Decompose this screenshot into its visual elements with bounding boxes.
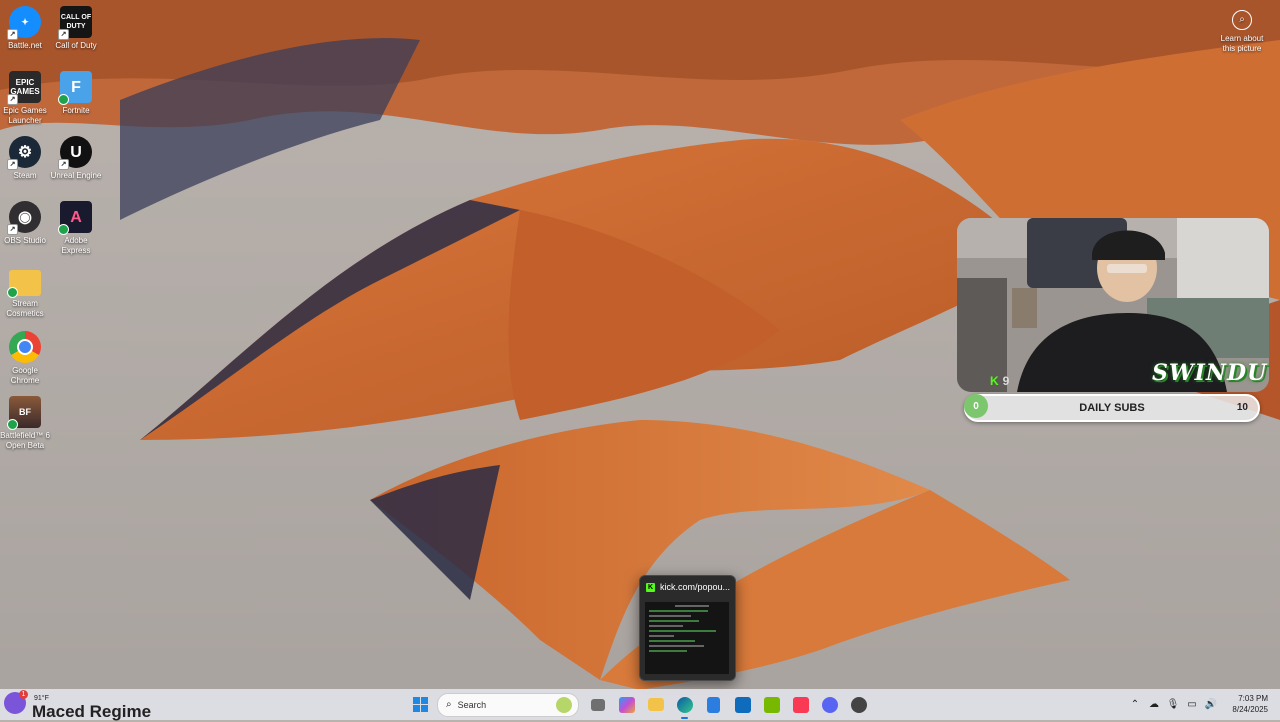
desktop-icon-label: Adobe Express bbox=[61, 236, 91, 255]
nvidia-icon bbox=[763, 696, 780, 713]
learn-about-picture[interactable]: ⌕ Learn about this picture bbox=[1214, 10, 1270, 54]
steam-icon: ⚙ ↗ bbox=[7, 136, 41, 170]
subs-goal-title: DAILY SUBS bbox=[1079, 402, 1145, 414]
obs-icon bbox=[850, 696, 867, 713]
daily-subs-goal-bar: 0 DAILY SUBS 10 bbox=[964, 394, 1260, 422]
discord-button[interactable] bbox=[817, 692, 842, 717]
copilot-button[interactable] bbox=[614, 692, 639, 717]
search-highlight-icon bbox=[556, 696, 572, 713]
microphone-icon[interactable]: 🎙 bbox=[1166, 699, 1180, 710]
taskbar: 1 91°F Maced Regime ⌕ Search ⌃ ☁ 🎙 ▭ 🔊 7… bbox=[0, 689, 1280, 721]
folder-icon bbox=[7, 270, 41, 298]
unreal-engine-icon: U ↗ bbox=[58, 136, 92, 170]
desktop-icon-label: Stream Cosmetics bbox=[6, 299, 44, 318]
outlook-icon bbox=[734, 696, 751, 713]
music-icon bbox=[792, 696, 809, 713]
system-tray: ⌃ ☁ 🎙 ▭ 🔊 bbox=[1128, 689, 1223, 720]
task-view-button[interactable] bbox=[585, 692, 610, 717]
desktop-icon-stream-cosmetics[interactable]: Stream Cosmetics bbox=[0, 266, 51, 319]
subs-goal-target: 10 bbox=[1236, 402, 1248, 413]
streamer-brand-logo: SWINDU bbox=[1152, 360, 1268, 386]
desktop-icon-steam[interactable]: ⚙ ↗ Steam bbox=[0, 136, 51, 181]
notification-badge: 1 bbox=[19, 690, 28, 699]
kick-icon: K bbox=[646, 582, 655, 592]
desktop-icon-battlefield[interactable]: BF Battlefield™ 6 Open Beta bbox=[0, 396, 51, 451]
desktop-icon-label: Steam bbox=[13, 171, 37, 180]
desktop-icon-label: Unreal Engine bbox=[50, 171, 102, 180]
desktop-icon-unreal-engine[interactable]: U ↗ Unreal Engine bbox=[50, 136, 102, 181]
windows-logo-icon bbox=[413, 697, 428, 712]
copilot-icon bbox=[618, 696, 635, 713]
obs-studio-icon: ◉ ↗ bbox=[7, 201, 41, 235]
preview-thumbnail bbox=[645, 602, 729, 674]
task-view-icon bbox=[590, 698, 605, 711]
battlenet-icon: ✦ ↗ bbox=[7, 6, 41, 40]
edge-icon bbox=[676, 696, 693, 713]
file-explorer-button[interactable] bbox=[643, 692, 668, 717]
learn-about-picture-label: Learn about this picture bbox=[1220, 34, 1264, 53]
overlay-name-label: Maced Regime bbox=[32, 702, 152, 721]
desktop-icon-label: OBS Studio bbox=[4, 236, 46, 245]
desktop-icon-chrome[interactable]: Google Chrome bbox=[0, 331, 51, 386]
widgets-weather[interactable]: 1 91°F Maced Regime bbox=[4, 690, 151, 721]
kick-follower-badge: K9 bbox=[990, 374, 1009, 388]
weather-temperature: 91°F bbox=[34, 695, 49, 702]
chevron-up-icon[interactable]: ⌃ bbox=[1128, 699, 1142, 710]
desktop-icon-label: Battle.net bbox=[8, 41, 42, 50]
onedrive-icon[interactable]: ☁ bbox=[1147, 699, 1161, 710]
kick-follower-count: 9 bbox=[1002, 374, 1010, 388]
taskbar-window-preview[interactable]: K kick.com/popou... bbox=[639, 575, 736, 681]
clock-time: 7:03 PM bbox=[1238, 694, 1268, 703]
taskbar-apps: ⌕ Search bbox=[408, 692, 875, 719]
store-icon bbox=[707, 696, 720, 713]
desktop-icon-epic-games[interactable]: EPIC GAMES ↗ Epic Games Launcher bbox=[0, 71, 51, 126]
kick-icon: K bbox=[990, 374, 999, 388]
volume-icon[interactable]: 🔊 bbox=[1204, 699, 1218, 710]
search-icon: ⌕ bbox=[446, 699, 452, 710]
epic-games-icon: EPIC GAMES ↗ bbox=[7, 71, 41, 105]
desktop-icon-label: Google Chrome bbox=[10, 366, 40, 385]
desktop-icon-label: Call of Duty bbox=[55, 41, 97, 50]
discord-overlay-icon: 1 bbox=[4, 690, 28, 714]
chrome-icon bbox=[9, 331, 41, 363]
music-button[interactable] bbox=[788, 692, 813, 717]
display-icon[interactable]: ▭ bbox=[1185, 699, 1199, 710]
desktop-icon-adobe-express[interactable]: A Adobe Express bbox=[50, 201, 102, 256]
camera-icon: ⌕ bbox=[1232, 10, 1252, 30]
adobe-express-icon: A bbox=[58, 201, 92, 235]
taskbar-search[interactable]: ⌕ Search bbox=[437, 692, 579, 717]
clock-date: 8/24/2025 bbox=[1232, 705, 1268, 714]
desktop-icon-fortnite[interactable]: F Fortnite bbox=[50, 71, 102, 116]
start-button[interactable] bbox=[408, 692, 433, 717]
desktop-icon-label: Fortnite bbox=[62, 106, 90, 115]
store-button[interactable] bbox=[701, 692, 726, 717]
nvidia-button[interactable] bbox=[759, 692, 784, 717]
search-placeholder: Search bbox=[457, 699, 487, 710]
desktop-icon-battlenet[interactable]: ✦ ↗ Battle.net bbox=[0, 6, 51, 51]
edge-button[interactable] bbox=[672, 692, 697, 719]
battlefield-icon: BF bbox=[7, 396, 41, 430]
fortnite-icon: F bbox=[58, 71, 92, 105]
desktop-icon-label: Epic Games Launcher bbox=[3, 106, 47, 125]
outlook-button[interactable] bbox=[730, 692, 755, 717]
discord-icon bbox=[821, 696, 838, 713]
desktop-icon-obs-studio[interactable]: ◉ ↗ OBS Studio bbox=[0, 201, 51, 246]
desktop-icon-label: Battlefield™ 6 Open Beta bbox=[0, 431, 50, 450]
preview-window-title: kick.com/popou... bbox=[660, 582, 731, 592]
desktop-icon-call-of-duty[interactable]: CALL OF DUTY ↗ Call of Duty bbox=[50, 6, 102, 51]
call-of-duty-icon: CALL OF DUTY ↗ bbox=[58, 6, 92, 40]
folder-icon bbox=[647, 698, 664, 711]
obs-button[interactable] bbox=[846, 692, 871, 717]
taskbar-clock[interactable]: 7:03 PM 8/24/2025 bbox=[1226, 693, 1268, 715]
